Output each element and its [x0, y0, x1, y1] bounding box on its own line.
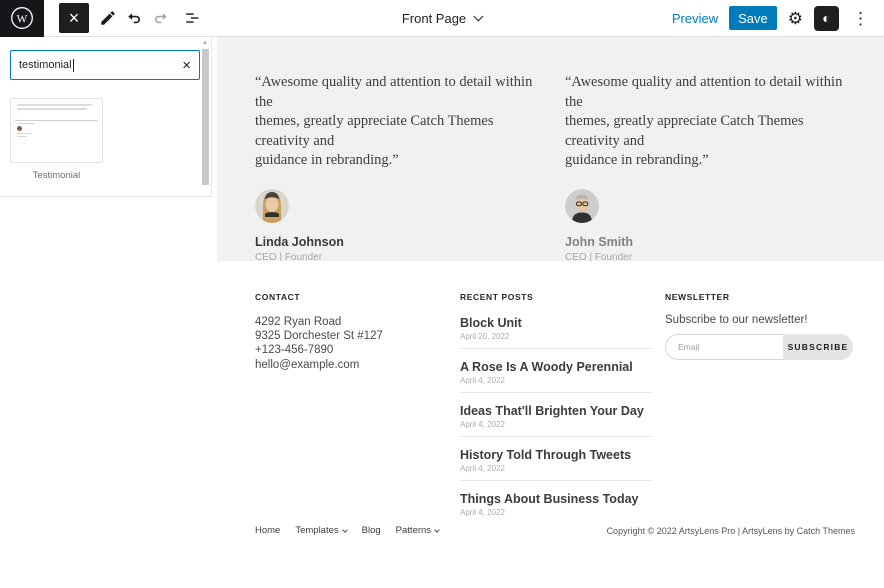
contact-email[interactable]: hello@example.com [255, 358, 435, 372]
options-menu-button[interactable]: ⋮ [850, 10, 871, 27]
styles-button[interactable]: ◐ [814, 6, 839, 31]
pattern-label: Testimonial [10, 170, 103, 181]
wordpress-w-glyph: W [9, 5, 35, 31]
testimonial-quote: “Awesome quality and attention to detail… [565, 73, 853, 171]
pattern-search-input[interactable]: testimonial × [10, 50, 200, 80]
block-inserter-panel: testimonial × Testimonial ▲ [0, 37, 212, 197]
post-date: April 4, 2022 [460, 464, 652, 473]
mini-divider [15, 120, 98, 121]
author-name: Linda Johnson [255, 235, 543, 249]
footer-nav: Home Templates Blog Patterns [255, 525, 439, 536]
pencil-icon [99, 9, 117, 27]
scroll-up-icon[interactable]: ▲ [202, 40, 208, 46]
sidebar-scrollbar[interactable]: ▲ [201, 39, 210, 195]
chevron-down-icon [474, 12, 484, 22]
list-view-icon [183, 9, 202, 28]
subscribe-button[interactable]: SUBSCRIBE [783, 334, 853, 360]
list-item: History Told Through Tweets April 4, 202… [460, 448, 652, 481]
copyright-text: Copyright © 2022 ArtsyLens Pro | ArtsyLe… [607, 526, 855, 536]
undo-icon [125, 9, 144, 28]
post-title-link[interactable]: Ideas That'll Brighten Your Day [460, 404, 652, 418]
post-title-link[interactable]: Things About Business Today [460, 492, 652, 506]
post-title-link[interactable]: History Told Through Tweets [460, 448, 652, 462]
mini-text-line [17, 133, 31, 134]
toggle-inserter-button[interactable]: × [59, 3, 89, 33]
contact-address-line2: 9325 Dorchester St #127 [255, 329, 435, 343]
undo-button[interactable] [121, 4, 147, 32]
testimonial-column-1[interactable]: “Awesome quality and attention to detail… [255, 73, 543, 263]
mini-text-line [17, 136, 27, 137]
svg-text:W: W [17, 13, 28, 25]
mini-text-line [17, 108, 87, 110]
list-item: A Rose Is A Woody Perennial April 4, 202… [460, 360, 652, 393]
list-item: Block Unit April 20, 2022 [460, 316, 652, 349]
divider [460, 348, 652, 349]
footer-nav-home[interactable]: Home [255, 525, 280, 536]
footer-bottom-bar: Home Templates Blog Patterns Copyright ©… [255, 525, 855, 536]
text-cursor [73, 59, 74, 72]
close-icon: × [182, 57, 191, 74]
edit-mode-button[interactable] [95, 4, 121, 32]
close-icon: × [69, 9, 80, 27]
avatar-linda-image [255, 189, 289, 223]
vertical-ellipsis-icon: ⋮ [852, 9, 869, 28]
search-input-value: testimonial [19, 59, 72, 71]
chevron-down-icon [434, 527, 440, 533]
contact-address-line1: 4292 Ryan Road [255, 315, 435, 329]
testimonial-column-2[interactable]: “Awesome quality and attention to detail… [565, 73, 853, 263]
clear-search-button[interactable]: × [182, 58, 191, 73]
editor-toolbar: W × Front Page Preview Save ⚙ [0, 0, 884, 37]
chevron-down-icon [342, 527, 348, 533]
document-title-dropdown[interactable]: Front Page [402, 0, 482, 37]
footer-nav-blog[interactable]: Blog [362, 525, 381, 536]
post-date: April 4, 2022 [460, 420, 652, 429]
gear-icon: ⚙ [788, 9, 803, 28]
post-title-link[interactable]: A Rose Is A Woody Perennial [460, 360, 652, 374]
contact-phone[interactable]: +123-456-7890 [255, 343, 435, 357]
post-date: April 4, 2022 [460, 376, 652, 385]
post-title-link[interactable]: Block Unit [460, 316, 652, 330]
toolbar-right-group: Preview Save ⚙ ◐ ⋮ [672, 6, 884, 31]
newsletter-heading: NEWSLETTER [665, 292, 853, 302]
redo-button[interactable] [147, 4, 173, 32]
recent-posts-heading: RECENT POSTS [460, 292, 652, 302]
mini-text-line [17, 104, 92, 106]
mini-avatar [17, 126, 22, 131]
list-view-button[interactable] [179, 4, 205, 32]
author-name: John Smith [565, 235, 853, 249]
preview-button[interactable]: Preview [672, 11, 718, 26]
footer-contact-widget: CONTACT 4292 Ryan Road 9325 Dorchester S… [255, 292, 435, 372]
footer-section[interactable]: CONTACT 4292 Ryan Road 9325 Dorchester S… [217, 261, 884, 588]
post-date: April 20, 2022 [460, 332, 652, 341]
editor-canvas: “Awesome quality and attention to detail… [217, 37, 884, 588]
page-title: Front Page [402, 11, 466, 26]
wordpress-logo-icon[interactable]: W [0, 0, 44, 37]
email-field[interactable] [665, 334, 783, 360]
footer-newsletter-widget: NEWSLETTER Subscribe to our newsletter! … [665, 292, 853, 360]
redo-icon [151, 9, 170, 28]
avatar [255, 189, 289, 223]
post-date: April 4, 2022 [460, 508, 652, 517]
avatar-john-image [565, 189, 599, 223]
list-item: Ideas That'll Brighten Your Day April 4,… [460, 404, 652, 437]
avatar [565, 189, 599, 223]
settings-button[interactable]: ⚙ [788, 10, 803, 27]
subscribe-form: SUBSCRIBE [665, 334, 853, 360]
pattern-preview-testimonial[interactable] [10, 98, 103, 163]
divider [460, 436, 652, 437]
footer-nav-templates[interactable]: Templates [295, 525, 346, 536]
footer-recent-posts-widget: RECENT POSTS Block Unit April 20, 2022 A… [460, 292, 652, 517]
scrollbar-thumb[interactable] [202, 49, 209, 185]
mini-text-line [17, 123, 35, 124]
divider [460, 392, 652, 393]
save-button[interactable]: Save [729, 6, 777, 30]
testimonial-section[interactable]: “Awesome quality and attention to detail… [217, 37, 884, 261]
newsletter-text: Subscribe to our newsletter! [665, 314, 853, 326]
contact-heading: CONTACT [255, 292, 435, 302]
footer-nav-patterns[interactable]: Patterns [396, 525, 439, 536]
contrast-circle-icon: ◐ [822, 11, 830, 25]
list-item: Things About Business Today April 4, 202… [460, 492, 652, 517]
divider [460, 480, 652, 481]
testimonial-quote: “Awesome quality and attention to detail… [255, 73, 543, 171]
